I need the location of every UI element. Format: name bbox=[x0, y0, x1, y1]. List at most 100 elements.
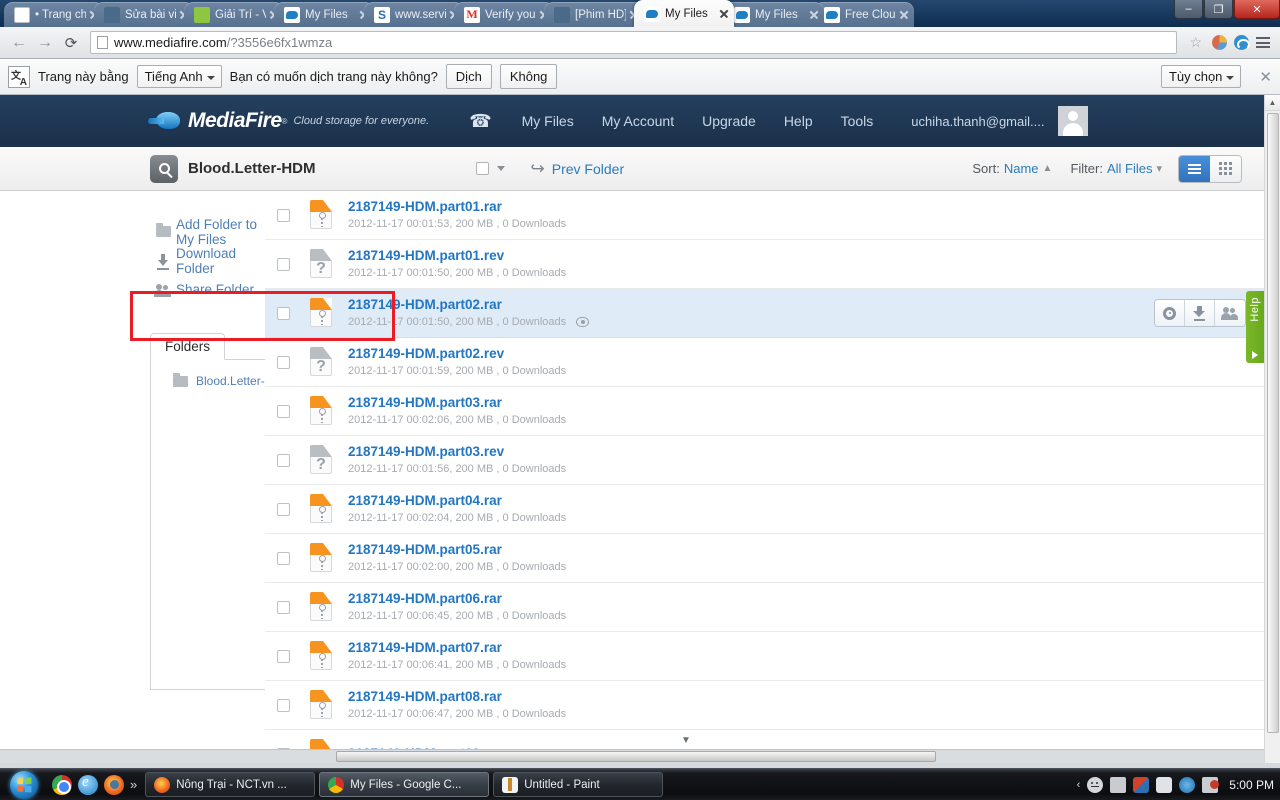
table-row[interactable]: 2187149-HDM.part08.rar 2012-11-17 00:06:… bbox=[265, 681, 1264, 730]
preview-eye-icon[interactable] bbox=[576, 317, 590, 327]
table-row[interactable]: 2187149-HDM.part06.rar 2012-11-17 00:06:… bbox=[265, 583, 1264, 632]
address-bar[interactable]: www.mediafire.com /?3556e6fx1wmza bbox=[90, 31, 1178, 54]
translate-extension-icon[interactable] bbox=[1230, 32, 1252, 54]
table-row[interactable]: 2187149-HDM.part01.rar 2012-11-17 00:01:… bbox=[265, 191, 1264, 240]
tray-expand-icon[interactable]: ‹ bbox=[1077, 779, 1081, 791]
close-button[interactable]: ✕ bbox=[1234, 0, 1280, 19]
nav-upgrade[interactable]: Upgrade bbox=[702, 113, 756, 129]
start-button[interactable] bbox=[2, 770, 46, 800]
browser-tab[interactable]: M Verify you bbox=[454, 2, 554, 27]
mediafire-logo[interactable]: MediaFire ® Cloud storage for everyone. bbox=[148, 109, 429, 133]
table-row[interactable]: ? 2187149-HDM.part01.rev 2012-11-17 00:0… bbox=[265, 240, 1264, 289]
language-select[interactable]: Tiếng Anh bbox=[136, 65, 222, 88]
table-row[interactable]: ? 2187149-HDM.part02.rev 2012-11-17 00:0… bbox=[265, 338, 1264, 387]
taskbar-item[interactable]: Nông Trại - NCT.vn ... bbox=[145, 772, 316, 797]
file-name[interactable]: 2187149-HDM.part08.rar bbox=[348, 688, 566, 706]
browser-tab[interactable]: My Files bbox=[724, 2, 824, 27]
file-name[interactable]: 2187149-HDM.part01.rar bbox=[348, 198, 566, 216]
network-icon[interactable] bbox=[1179, 776, 1196, 793]
row-checkbox[interactable] bbox=[277, 453, 290, 467]
taskbar-item[interactable]: Untitled - Paint bbox=[493, 772, 664, 797]
row-checkbox[interactable] bbox=[277, 306, 290, 320]
close-icon[interactable]: ✕ bbox=[1259, 68, 1272, 86]
nope-button[interactable]: Không bbox=[499, 64, 558, 89]
browser-tab[interactable]: [Phim HD] bbox=[544, 2, 644, 27]
browser-tab[interactable]: Sửa bài việ bbox=[94, 2, 194, 27]
tab-folders[interactable]: Folders bbox=[150, 333, 226, 360]
grid-view-icon[interactable] bbox=[1210, 155, 1241, 182]
row-checkbox[interactable] bbox=[277, 649, 290, 663]
maximize-button[interactable]: ❐ bbox=[1204, 0, 1233, 19]
nav-help[interactable]: Help bbox=[784, 113, 813, 129]
taskbar-item-active[interactable]: My Files - Google C... bbox=[319, 772, 490, 797]
close-icon[interactable] bbox=[718, 8, 730, 20]
search-icon[interactable] bbox=[150, 154, 178, 183]
row-checkbox[interactable] bbox=[277, 600, 290, 614]
translate-button[interactable]: Dịch bbox=[445, 64, 492, 89]
list-view-icon[interactable] bbox=[1179, 155, 1210, 182]
download-icon[interactable] bbox=[1185, 300, 1215, 326]
browser-tab-active[interactable]: My Files bbox=[634, 0, 734, 27]
file-name[interactable]: 2187149-HDM.part03.rev bbox=[348, 443, 566, 461]
add-folder-to-my-files-button[interactable]: Add Folder to My Files bbox=[150, 217, 265, 247]
row-checkbox[interactable] bbox=[277, 502, 290, 516]
winrar-icon[interactable] bbox=[1133, 776, 1150, 793]
scroll-down-hint[interactable]: ▼ bbox=[392, 733, 980, 747]
table-row[interactable]: 2187149-HDM.part05.rar 2012-11-17 00:02:… bbox=[265, 534, 1264, 583]
file-name[interactable]: 2187149-HDM.part07.rar bbox=[348, 639, 566, 657]
sort-direction-icon[interactable]: ▲ bbox=[1043, 163, 1053, 174]
overflow-chevron-icon[interactable]: » bbox=[130, 777, 137, 792]
file-name[interactable]: 2187149-HDM.part02.rev bbox=[348, 345, 566, 363]
filter-value[interactable]: All Files bbox=[1107, 161, 1153, 176]
vertical-scrollbar[interactable]: ▲ bbox=[1264, 95, 1280, 763]
forward-button[interactable]: → bbox=[32, 31, 58, 55]
share-icon[interactable] bbox=[1215, 300, 1245, 326]
row-checkbox[interactable] bbox=[277, 208, 290, 222]
scrollbar-thumb[interactable] bbox=[1267, 113, 1279, 733]
prev-folder-button[interactable]: ↪ Prev Folder bbox=[531, 159, 625, 179]
translate-options-button[interactable]: Tùy chọn bbox=[1160, 65, 1242, 88]
table-row[interactable]: 2187149-HDM.part07.rar 2012-11-17 00:06:… bbox=[265, 632, 1264, 681]
firefox-icon[interactable] bbox=[104, 774, 124, 795]
file-name[interactable]: 2187149-HDM.part04.rar bbox=[348, 492, 566, 510]
table-row[interactable]: ? 2187149-HDM.part03.rev 2012-11-17 00:0… bbox=[265, 436, 1264, 485]
download-folder-button[interactable]: Download Folder bbox=[150, 246, 265, 276]
file-name[interactable]: 2187149-HDM.part06.rar bbox=[348, 590, 566, 608]
nav-tools[interactable]: Tools bbox=[841, 113, 874, 129]
user-email[interactable]: uchiha.thanh@gmail.... bbox=[911, 114, 1044, 129]
browser-tab[interactable]: Free Cloud bbox=[814, 2, 914, 27]
help-tab[interactable]: Help bbox=[1246, 291, 1264, 363]
color-wheel-extension-icon[interactable] bbox=[1208, 32, 1230, 54]
browser-tab[interactable]: S www.servi bbox=[364, 2, 464, 27]
file-name[interactable]: 2187149-HDM.part02.rar bbox=[348, 296, 589, 314]
chrome-icon[interactable] bbox=[52, 774, 72, 795]
close-icon[interactable] bbox=[898, 9, 910, 21]
nav-my-account[interactable]: My Account bbox=[602, 113, 674, 129]
row-checkbox[interactable] bbox=[277, 355, 290, 369]
gear-icon[interactable] bbox=[1155, 300, 1185, 326]
filter-chevron-icon[interactable]: ▾ bbox=[1156, 162, 1162, 175]
table-row-selected[interactable]: 2187149-HDM.part02.rar 2012-11-17 00:01:… bbox=[265, 289, 1264, 338]
horizontal-scrollbar[interactable] bbox=[0, 749, 1264, 763]
share-folder-button[interactable]: Share Folder bbox=[150, 275, 265, 304]
volume-muted-icon[interactable] bbox=[1202, 776, 1220, 793]
file-name[interactable]: 2187149-HDM.part03.rar bbox=[348, 394, 566, 412]
chrome-menu-icon[interactable] bbox=[1252, 32, 1274, 54]
nav-my-files[interactable]: My Files bbox=[522, 113, 574, 129]
bookmark-star-icon[interactable]: ☆ bbox=[1189, 34, 1202, 51]
usb-icon[interactable] bbox=[1156, 776, 1173, 793]
internet-explorer-icon[interactable] bbox=[78, 774, 98, 795]
minimize-button[interactable]: – bbox=[1174, 0, 1203, 19]
file-name[interactable]: 2187149-HDM.part01.rev bbox=[348, 247, 566, 265]
row-checkbox[interactable] bbox=[277, 257, 290, 271]
browser-tab[interactable]: Giải Trí - V bbox=[184, 2, 284, 27]
back-button[interactable]: ← bbox=[6, 31, 32, 55]
clock[interactable]: 5:00 PM bbox=[1229, 778, 1274, 792]
row-checkbox[interactable] bbox=[277, 404, 290, 418]
browser-tab[interactable]: My Files bbox=[274, 2, 374, 27]
scroll-up-arrow-icon[interactable]: ▲ bbox=[1265, 95, 1280, 111]
scrollbar-thumb[interactable] bbox=[336, 751, 936, 762]
browser-tab[interactable]: • Trang ch bbox=[4, 2, 104, 27]
select-all-checkbox[interactable] bbox=[475, 162, 489, 175]
chevron-down-icon[interactable] bbox=[496, 166, 505, 171]
